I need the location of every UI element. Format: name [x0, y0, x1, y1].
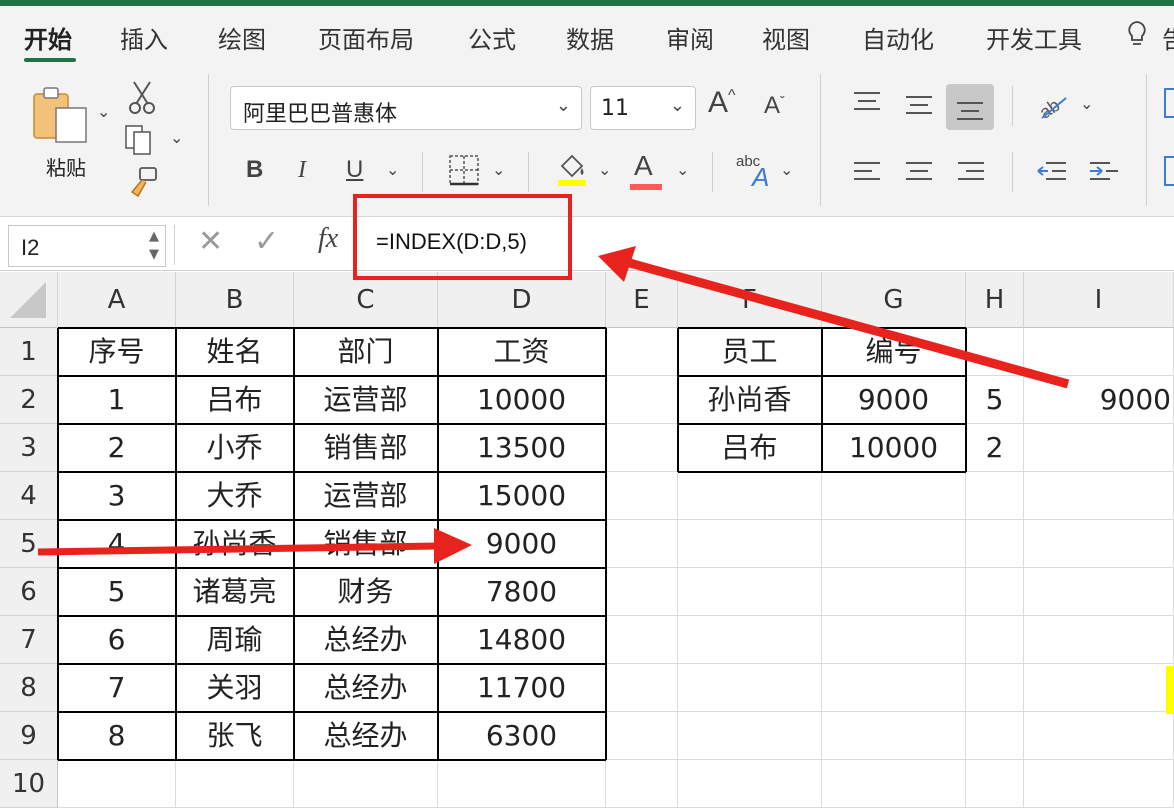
arrow-to-formula-shaft — [624, 257, 1070, 389]
annotation-layer — [37, 194, 1070, 564]
arrow-to-row5-head — [434, 528, 472, 564]
formula-highlight-box — [353, 194, 572, 280]
arrow-to-row5-shaft — [37, 542, 439, 556]
